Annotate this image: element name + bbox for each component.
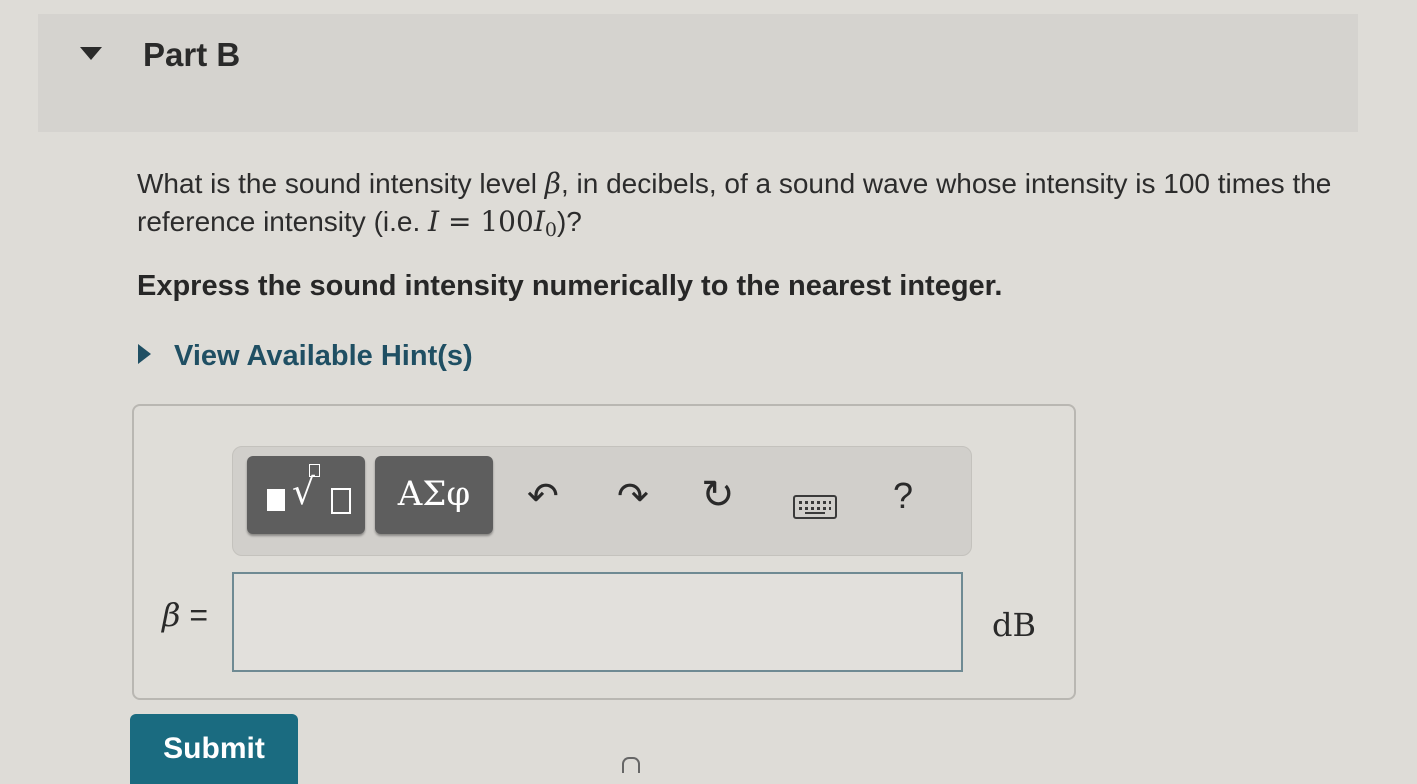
part-title: Part B <box>143 36 241 73</box>
reset-icon[interactable]: ↻ <box>701 472 735 518</box>
equation-rhs: I <box>533 205 545 238</box>
math-toolbar: √ ΑΣφ ↶ ↷ ↻ ? <box>232 446 972 556</box>
equation-lhs: I <box>428 205 440 238</box>
redo-icon[interactable]: ↷ <box>617 474 649 518</box>
help-button[interactable]: ? <box>893 475 913 517</box>
question-text-before: What is the sound intensity level <box>137 168 545 199</box>
answer-variable: β <box>162 596 181 634</box>
answer-input[interactable] <box>232 572 963 672</box>
question-symbol: β <box>544 167 561 200</box>
greek-symbols-label: ΑΣφ <box>397 474 471 514</box>
unit-label: dB <box>992 606 1036 644</box>
submit-button[interactable]: Submit <box>130 714 298 784</box>
equation-subscript: 0 <box>544 219 557 241</box>
collapse-caret-icon[interactable] <box>80 47 102 60</box>
question-text: What is the sound intensity level β, in … <box>137 165 1367 249</box>
keyboard-icon[interactable] <box>793 495 837 519</box>
instruction-text: Express the sound intensity numerically … <box>137 270 1003 302</box>
answer-variable-label: β = <box>162 596 208 634</box>
view-hints-link[interactable]: View Available Hint(s) <box>174 340 473 373</box>
answer-panel: √ ΑΣφ ↶ ↷ ↻ ? β = dB <box>132 404 1076 700</box>
templates-button[interactable]: √ <box>247 456 365 534</box>
greek-symbols-button[interactable]: ΑΣφ <box>375 456 493 534</box>
equation-eq: = 100 <box>439 205 534 238</box>
question-text-after: )? <box>556 206 582 237</box>
undo-icon[interactable]: ↶ <box>527 474 559 518</box>
answer-equals: = <box>189 597 209 633</box>
hint-expand-icon[interactable] <box>138 344 151 364</box>
